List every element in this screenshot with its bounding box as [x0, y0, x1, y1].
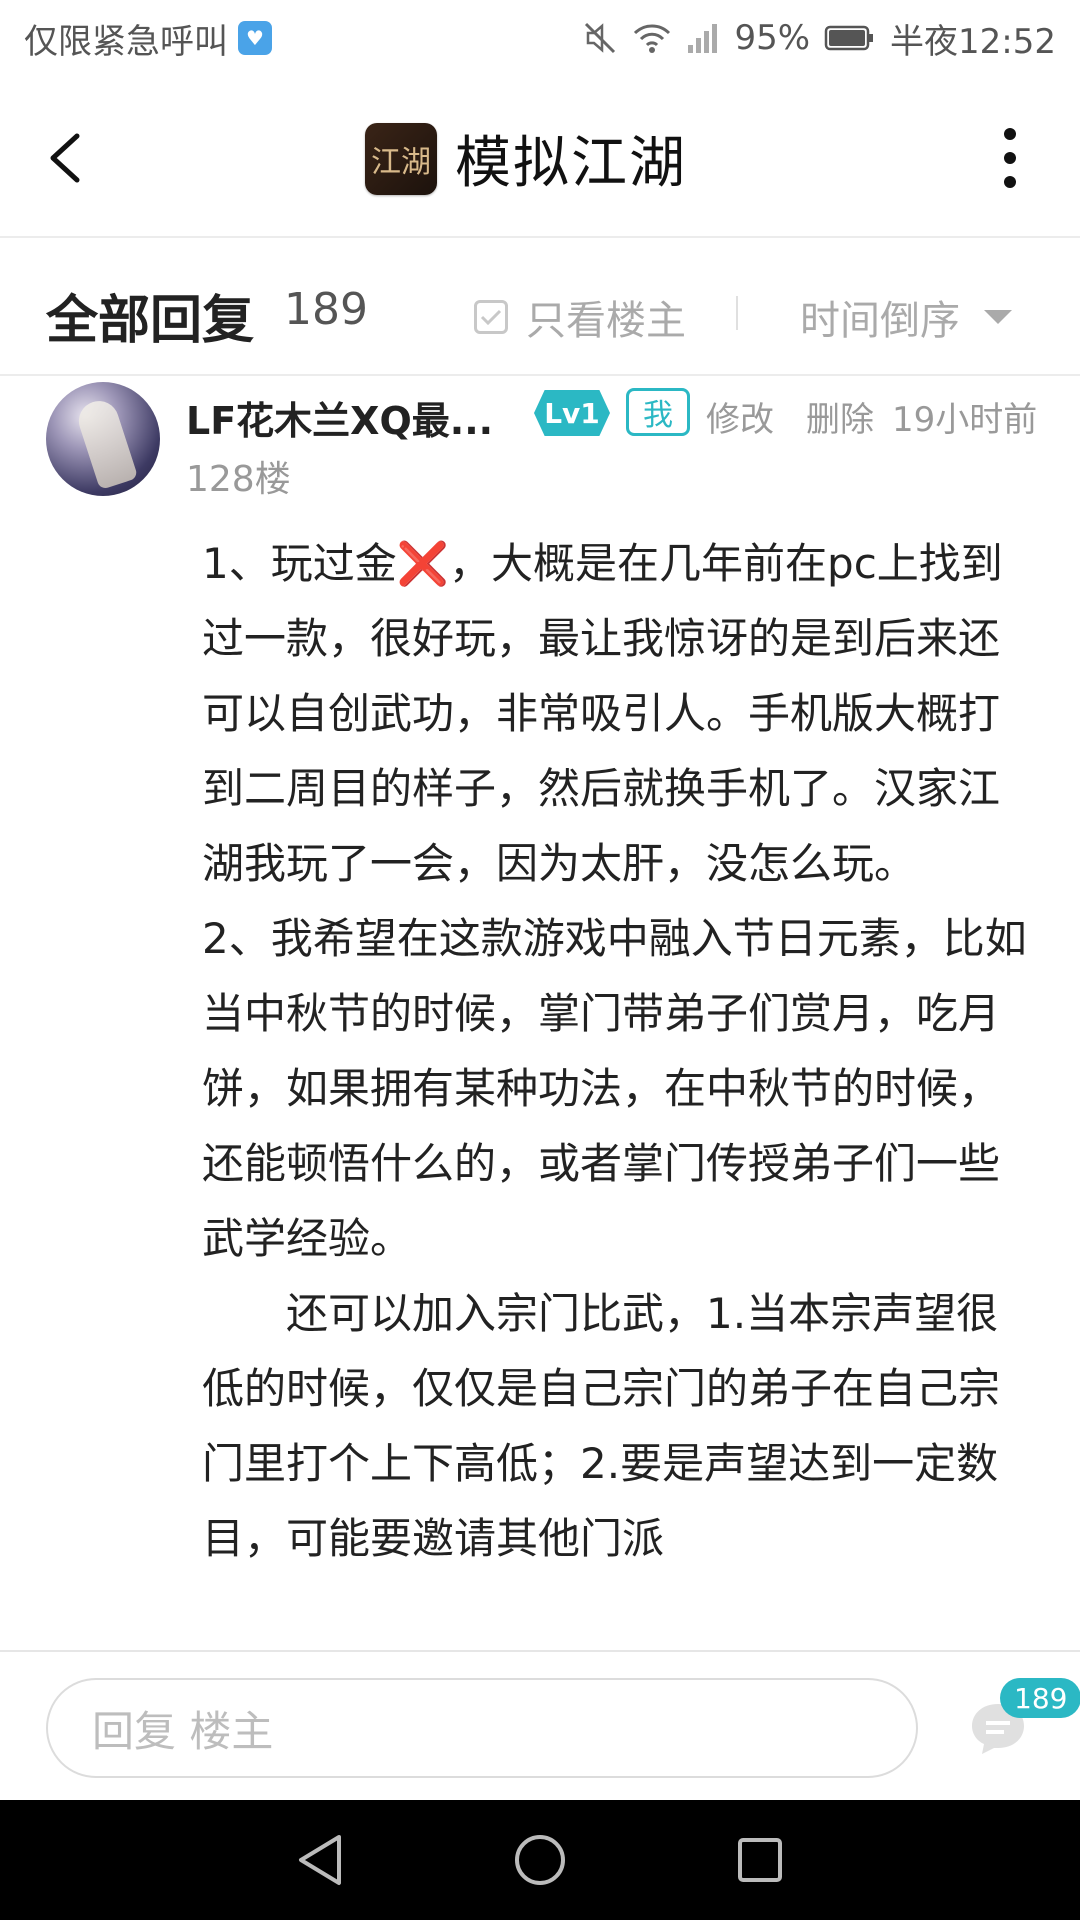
nav-recent-icon — [738, 1838, 782, 1882]
nav-home-icon — [515, 1835, 565, 1885]
nav-back-button[interactable] — [290, 1830, 350, 1890]
nav-back-icon — [299, 1835, 341, 1885]
edit-link[interactable]: 修改 — [706, 392, 774, 441]
forum-title[interactable]: 江湖 模拟江湖 — [365, 118, 687, 199]
username[interactable]: LF花木兰XQ最... — [186, 390, 493, 445]
reply-input[interactable]: 回复 楼主 — [46, 1678, 918, 1778]
all-replies-title: 全部回复 — [46, 291, 255, 351]
status-left: 仅限紧急呼叫 ♥ — [24, 14, 272, 63]
paragraph-3: 还可以加入宗门比武，1.当本宗声望很低的时候，仅仅是自己宗门的弟子在自己宗门里打… — [202, 1289, 1001, 1563]
level-badge: Lv1 — [534, 390, 610, 436]
delete-link[interactable]: 删除 — [806, 392, 874, 441]
status-right: 95% 半夜12:52 — [582, 14, 1056, 63]
more-options-button[interactable] — [1000, 128, 1020, 188]
reply-post: LF花木兰XQ最... Lv1 我 修改 删除 19小时前 128楼 1、玩过金… — [0, 378, 1080, 1650]
avatar[interactable] — [46, 382, 160, 496]
more-vertical-icon — [1004, 128, 1016, 140]
nav-recent-button[interactable] — [730, 1830, 790, 1890]
clock: 半夜12:52 — [890, 21, 1056, 62]
triangle-down-icon — [984, 310, 1012, 324]
me-badge: 我 — [626, 388, 690, 436]
replies-filter-bar: 全部回复 189 只看楼主 时间倒序 — [0, 238, 1080, 376]
app-header: 江湖 模拟江湖 — [0, 76, 1080, 238]
more-dot — [1004, 176, 1016, 188]
reply-count: 189 — [284, 284, 368, 335]
page-title: 模拟江湖 — [455, 131, 687, 196]
paragraph-1-rest: ，大概是在几年前在pc上找到过一款，很好玩，最让我惊讶的是到后来还可以自创武功，… — [202, 539, 1003, 888]
app-logo: 江湖 — [365, 122, 437, 195]
logo-text: 江湖 — [371, 144, 431, 180]
only-op-label: 只看楼主 — [526, 298, 686, 344]
paragraph-1-start: 1、玩过金 — [202, 539, 397, 588]
checkbox-icon[interactable] — [474, 300, 508, 334]
wifi-icon — [632, 21, 672, 55]
mute-icon — [582, 20, 618, 56]
back-button[interactable] — [40, 128, 90, 188]
only-op-toggle[interactable]: 只看楼主 — [474, 288, 686, 346]
status-bar: 仅限紧急呼叫 ♥ 95% 半夜12:52 — [0, 0, 1080, 76]
sort-label: 时间倒序 — [800, 298, 960, 344]
signal-icon — [686, 21, 720, 55]
cross-mark-icon: ❌ — [396, 539, 450, 588]
post-content: 1、玩过金❌，大概是在几年前在pc上找到过一款，很好玩，最让我惊讶的是到后来还可… — [202, 526, 1032, 1576]
system-nav-bar — [0, 1800, 1080, 1920]
avatar-figure — [73, 395, 139, 491]
divider — [736, 296, 738, 330]
more-dot — [1004, 152, 1016, 164]
paragraph-1: 1、玩过金❌，大概是在几年前在pc上找到过一款，很好玩，最让我惊讶的是到后来还可… — [202, 526, 1032, 901]
heart-app-icon: ♥ — [238, 21, 272, 55]
paragraph-2: 2、我希望在这款游戏中融入节日元素，比如当中秋节的时候，掌门带弟子们赏月，吃月饼… — [202, 914, 1027, 1263]
reply-bar: 回复 楼主 189 — [0, 1650, 1080, 1800]
sort-dropdown[interactable]: 时间倒序 — [800, 288, 1012, 346]
battery-percent: 95% — [734, 18, 811, 58]
floor-number: 128楼 — [186, 459, 291, 500]
nav-home-button[interactable] — [510, 1830, 570, 1890]
back-arrow-icon — [50, 133, 80, 183]
comment-count-badge: 189 — [1000, 1678, 1080, 1718]
post-time: 19小时前 — [892, 400, 1038, 440]
battery-icon — [824, 24, 876, 52]
carrier-text: 仅限紧急呼叫 — [24, 21, 228, 62]
